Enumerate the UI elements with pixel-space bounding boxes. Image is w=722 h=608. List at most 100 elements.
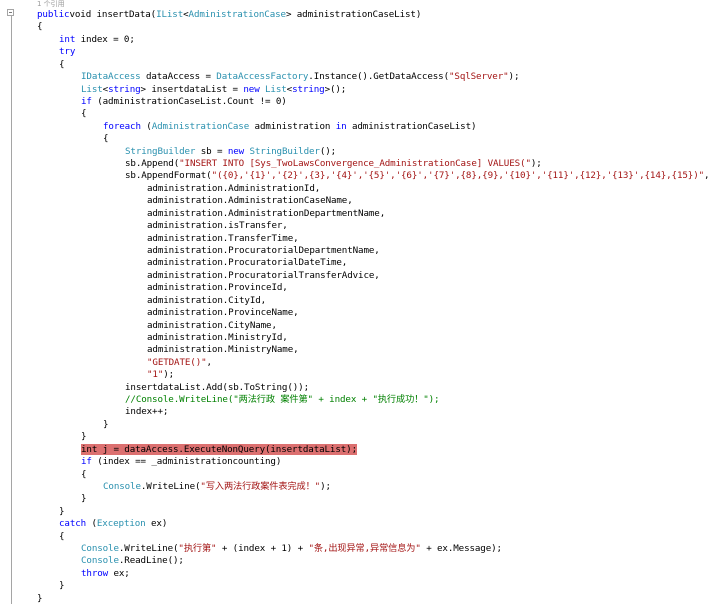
code-token: //Console.WriteLine("两法行政 案件第" + index +… bbox=[125, 394, 440, 406]
code-token: } bbox=[59, 505, 65, 517]
code-token: index = 0; bbox=[75, 33, 135, 45]
code-line[interactable]: "GETDATE()", bbox=[147, 357, 212, 369]
code-line[interactable]: StringBuilder sb = new StringBuilder(); bbox=[125, 146, 336, 158]
code-line[interactable]: if (administrationCaseList.Count != 0) bbox=[81, 96, 287, 108]
code-line[interactable]: Console.ReadLine(); bbox=[81, 555, 184, 567]
code-token: administration.ProcuratorialDateTime, bbox=[147, 257, 348, 269]
code-token: new bbox=[227, 145, 245, 157]
code-token: AdministrationCase bbox=[188, 9, 287, 20]
code-token: administration.ProcuratorialTransferAdvi… bbox=[147, 269, 380, 281]
code-token: Console bbox=[103, 480, 141, 492]
code-token: dataAccess = bbox=[140, 71, 217, 83]
codelens-references[interactable]: 1 个引用 bbox=[37, 0, 65, 8]
code-token: { bbox=[81, 468, 87, 480]
code-line[interactable]: { bbox=[81, 108, 87, 120]
code-line[interactable]: catch (Exception ex) bbox=[59, 518, 167, 530]
code-line[interactable]: administration.AdministrationCaseName, bbox=[147, 195, 353, 207]
code-token: string bbox=[108, 83, 141, 95]
code-token: ( bbox=[86, 518, 97, 530]
code-line[interactable]: index++; bbox=[125, 406, 168, 418]
code-line[interactable]: } bbox=[103, 418, 109, 431]
code-line[interactable]: insertdataList.Add(sb.ToString()); bbox=[125, 382, 309, 394]
code-line[interactable]: List<string> insertdataList = new List<s… bbox=[81, 84, 346, 96]
code-line[interactable]: } bbox=[81, 493, 87, 505]
code-token: .WriteLine( bbox=[140, 480, 201, 492]
code-line[interactable]: administration.AdministrationDepartmentN… bbox=[147, 208, 385, 220]
code-token: string bbox=[292, 83, 325, 95]
code-token: ); bbox=[163, 369, 175, 381]
code-token: administration.CityId, bbox=[147, 294, 267, 306]
code-token: foreach bbox=[103, 120, 141, 132]
code-line[interactable]: administration.TransferTime, bbox=[147, 233, 299, 245]
code-line[interactable]: throw ex; bbox=[81, 568, 130, 580]
code-token: > insertdataList = bbox=[140, 83, 244, 95]
code-token: "GETDATE()" bbox=[147, 356, 207, 368]
code-line[interactable]: sb.AppendFormat("({0},'{1}','{2}',{3},'{… bbox=[125, 170, 710, 182]
code-line[interactable]: administration.MinistryId, bbox=[147, 332, 288, 344]
code-line[interactable]: administration.CityId, bbox=[147, 295, 266, 307]
code-token: IDataAccess bbox=[81, 71, 141, 83]
code-line[interactable]: if (index == _administrationcounting) bbox=[81, 456, 281, 468]
code-line[interactable]: administration.ProvinceName, bbox=[147, 307, 299, 319]
code-token: int bbox=[59, 33, 76, 45]
code-token: List bbox=[259, 83, 287, 95]
code-token: (index == _administrationcounting) bbox=[91, 456, 282, 468]
code-line[interactable]: int j = dataAccess.ExecuteNonQuery(inser… bbox=[81, 443, 357, 456]
code-line[interactable]: } bbox=[59, 505, 65, 518]
code-line[interactable]: administration.CityName, bbox=[147, 320, 277, 332]
code-line[interactable]: { bbox=[103, 133, 109, 145]
code-token: if bbox=[81, 95, 92, 107]
code-line[interactable]: IDataAccess dataAccess = DataAccessFacto… bbox=[81, 71, 519, 83]
code-line[interactable]: { bbox=[81, 468, 87, 481]
code-line[interactable]: { bbox=[37, 21, 43, 33]
code-token: } bbox=[81, 493, 87, 505]
code-line[interactable]: publicvoid insertData(IList<Administrati… bbox=[37, 9, 421, 21]
code-token: List bbox=[81, 83, 103, 95]
code-token: administration.AdministrationDepartmentN… bbox=[147, 207, 386, 219]
code-token: void insertData( bbox=[69, 9, 157, 20]
code-line[interactable]: { bbox=[59, 531, 65, 543]
code-token: "INSERT INTO [Sys_TwoLawsConvergence_Adm… bbox=[179, 158, 531, 170]
code-line[interactable]: } bbox=[59, 580, 65, 592]
code-token: .ReadLine(); bbox=[118, 555, 184, 567]
code-token: (); bbox=[319, 145, 337, 157]
code-token: administration bbox=[249, 120, 336, 132]
code-line[interactable]: sb.Append("INSERT INTO [Sys_TwoLawsConve… bbox=[125, 158, 542, 170]
code-line[interactable]: } bbox=[37, 593, 43, 605]
code-line[interactable]: administration.ProcuratorialDateTime, bbox=[147, 257, 347, 269]
code-line[interactable]: int index = 0; bbox=[59, 34, 135, 46]
code-token: ex; bbox=[108, 567, 130, 579]
code-line[interactable]: administration.ProvinceId, bbox=[147, 282, 288, 294]
code-line[interactable]: try bbox=[59, 46, 75, 58]
code-token: ( bbox=[140, 120, 152, 132]
code-token: ); bbox=[530, 158, 542, 170]
code-token: catch bbox=[59, 518, 87, 530]
code-line[interactable]: administration.isTransfer, bbox=[147, 220, 288, 232]
code-line[interactable]: Console.WriteLine("执行第" + (index + 1) + … bbox=[81, 543, 502, 555]
code-token: > administrationCaseList) bbox=[285, 9, 422, 20]
code-line[interactable]: } bbox=[81, 431, 87, 443]
code-token: administration.ProvinceName, bbox=[147, 307, 299, 319]
code-line[interactable]: "1"); bbox=[147, 369, 174, 381]
code-token: if bbox=[81, 456, 92, 468]
code-token: "1" bbox=[147, 369, 164, 381]
code-token: administration.TransferTime, bbox=[147, 232, 299, 244]
code-line[interactable]: administration.MinistryName, bbox=[147, 344, 299, 356]
code-token: } bbox=[81, 431, 87, 443]
code-line[interactable]: Console.WriteLine("写入两法行政案件表完成！"); bbox=[103, 481, 331, 493]
code-line[interactable]: administration.AdministrationId, bbox=[147, 183, 320, 195]
code-token: ); bbox=[320, 480, 331, 492]
collapse-toggle-icon[interactable] bbox=[7, 9, 14, 16]
code-token: { bbox=[81, 108, 87, 120]
code-line[interactable]: administration.ProcuratorialDepartmentNa… bbox=[147, 245, 380, 257]
code-token: } bbox=[59, 580, 65, 592]
code-editor[interactable]: 1 个引用 publicvoid insertData(IList<Admini… bbox=[0, 0, 722, 608]
code-line[interactable]: { bbox=[59, 59, 65, 71]
code-line[interactable]: foreach (AdministrationCase administrati… bbox=[103, 120, 477, 133]
code-token: } bbox=[103, 418, 109, 430]
code-token: public bbox=[37, 9, 70, 20]
code-line[interactable]: administration.ProcuratorialTransferAdvi… bbox=[147, 270, 380, 282]
code-token: StringBuilder bbox=[125, 145, 196, 157]
code-token: new bbox=[243, 83, 260, 95]
code-line[interactable]: //Console.WriteLine("两法行政 案件第" + index +… bbox=[125, 394, 440, 406]
